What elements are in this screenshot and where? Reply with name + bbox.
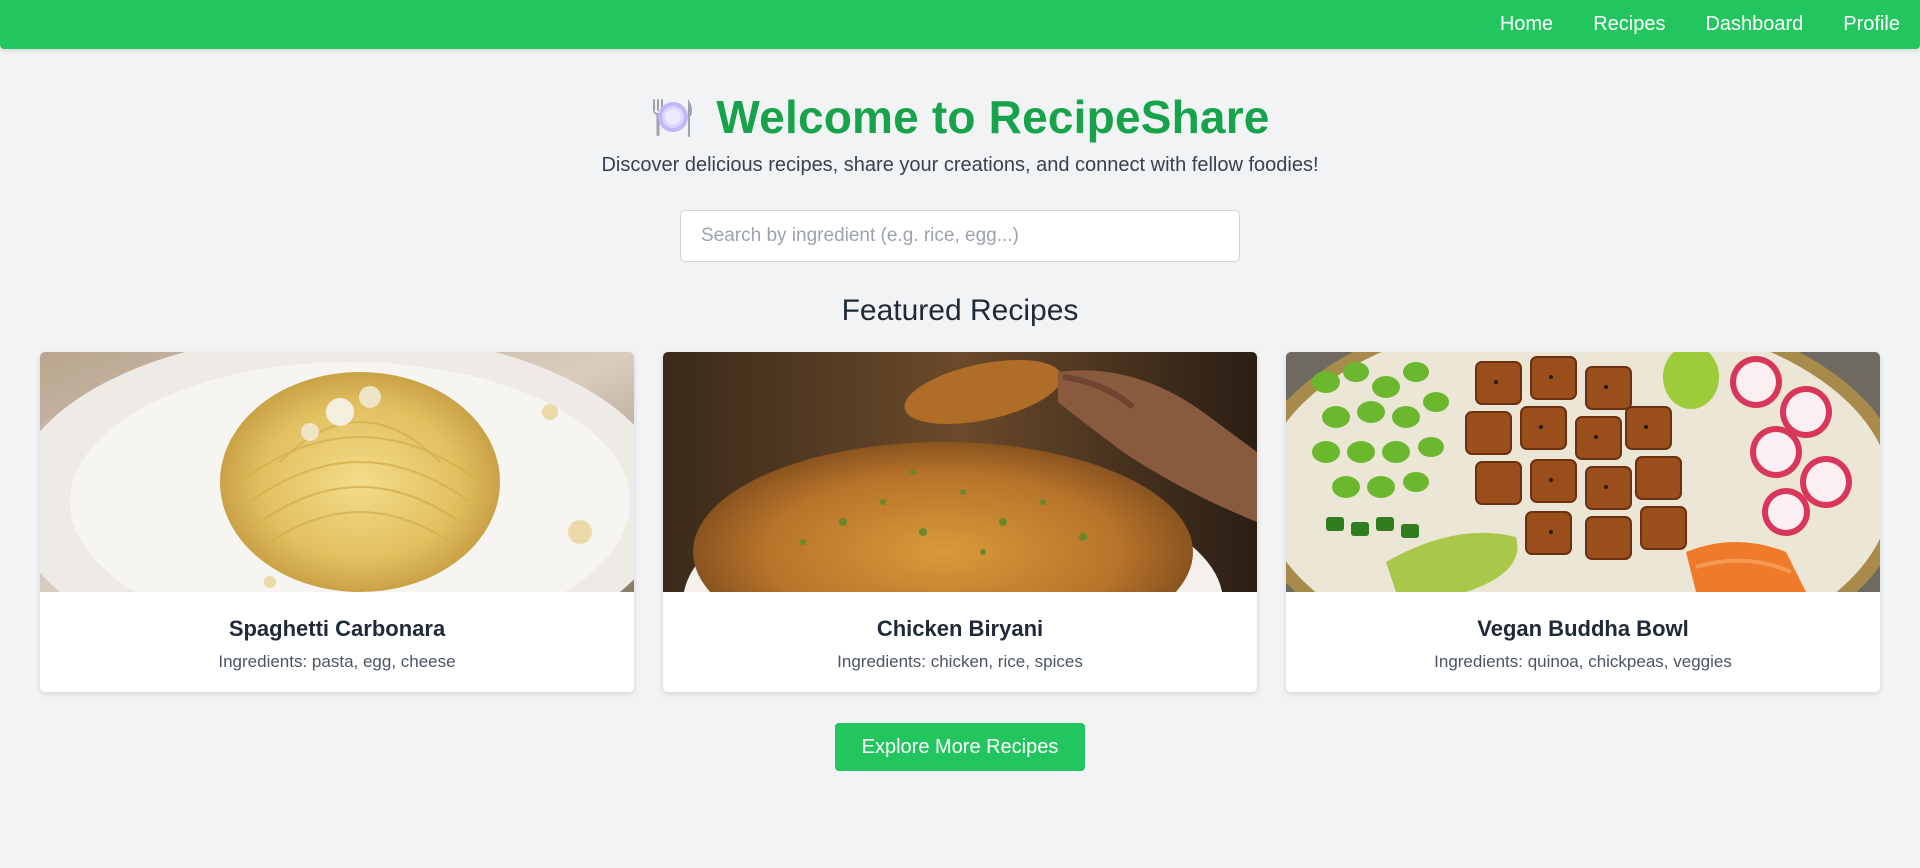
hero-subtitle: Discover delicious recipes, share your c… (601, 154, 1319, 176)
recipe-card-ingredients: Ingredients: quinoa, chickpeas, veggies (1434, 652, 1732, 671)
nav-link-recipes[interactable]: Recipes (1593, 13, 1665, 36)
featured-recipes-heading: Featured Recipes (841, 294, 1079, 327)
chicken-biryani-photo (663, 352, 1257, 592)
recipe-card-title: Chicken Biryani (876, 616, 1044, 641)
explore-more-recipes-button[interactable]: Explore More Recipes (835, 723, 1085, 771)
nav-link-home[interactable]: Home (1500, 13, 1553, 36)
recipe-card-title: Vegan Buddha Bowl (1477, 616, 1689, 641)
ingredient-search-input[interactable] (680, 210, 1240, 262)
recipe-card-ingredients: Ingredients: chicken, rice, spices (837, 652, 1083, 671)
vegan-buddha-bowl-photo (1286, 352, 1880, 592)
hero-title-row: Welcome to RecipeShare (0, 90, 1920, 144)
nav-link-profile[interactable]: Profile (1843, 13, 1900, 36)
top-navbar: Home Recipes Dashboard Profile (0, 0, 1920, 49)
recipe-card-chicken-biryani[interactable]: Chicken Biryani Ingredients: chicken, ri… (663, 352, 1257, 692)
nav-link-dashboard[interactable]: Dashboard (1705, 13, 1803, 36)
recipe-card-ingredients: Ingredients: pasta, egg, cheese (218, 652, 456, 671)
plate-with-cutlery-icon (653, 99, 693, 137)
recipe-card-vegan-buddha-bowl[interactable]: Vegan Buddha Bowl Ingredients: quinoa, c… (1286, 352, 1880, 692)
spaghetti-carbonara-photo (40, 352, 634, 592)
nav-links: Home Recipes Dashboard Profile (1500, 0, 1900, 49)
page-title: Welcome to RecipeShare (716, 91, 1270, 143)
recipe-card-title: Spaghetti Carbonara (228, 616, 446, 641)
recipe-card-spaghetti-carbonara[interactable]: Spaghetti Carbonara Ingredients: pasta, … (40, 352, 634, 692)
